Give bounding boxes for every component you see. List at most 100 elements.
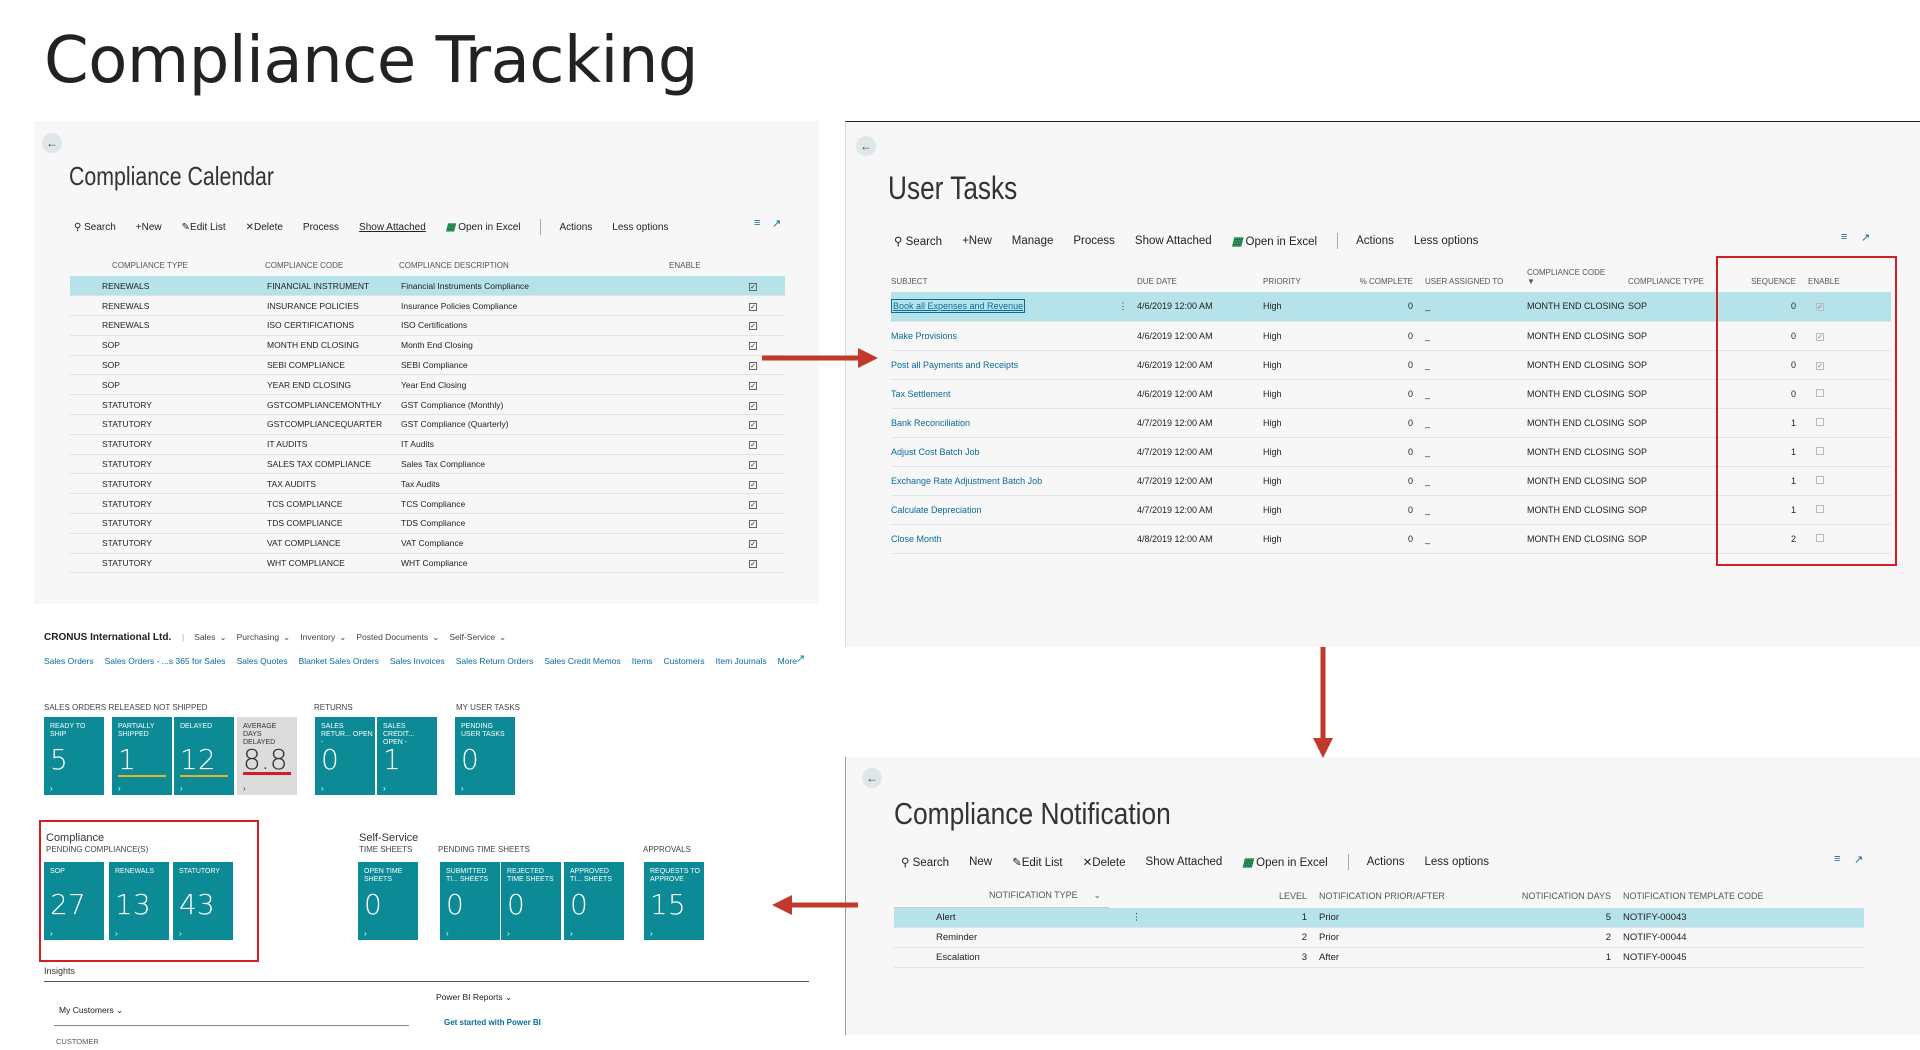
col-compliance-type[interactable]: COMPLIANCE TYPE: [1628, 268, 1708, 292]
checkbox-checked[interactable]: ✓: [749, 302, 757, 311]
kpi-tile[interactable]: SALES RETUR... OPEN -0 ›: [315, 717, 375, 795]
table-row[interactable]: STATUTORY TCS COMPLIANCE TCS Compliance ✓: [70, 493, 785, 515]
cell-enable[interactable]: ✓: [669, 493, 785, 515]
col-compliance-code[interactable]: COMPLIANCE CODE ▼: [1527, 268, 1628, 292]
kpi-tile[interactable]: PARTIALLY SHIPPED 1 ›: [112, 717, 172, 795]
cell-subject[interactable]: Tax Settlement: [891, 379, 1109, 409]
search-button[interactable]: ⚲ Search: [894, 234, 942, 248]
less-options-button[interactable]: Less options: [1424, 856, 1489, 868]
top-menu-item[interactable]: Inventory: [300, 632, 335, 642]
collapse-icon[interactable]: ↗: [772, 217, 781, 230]
cell-subject[interactable]: Calculate Depreciation: [891, 495, 1109, 525]
cell-enable[interactable]: ✓: [669, 473, 785, 495]
cell-subject[interactable]: Bank Reconciliation: [891, 408, 1109, 438]
table-row[interactable]: RENEWALS ISO CERTIFICATIONS ISO Certificat…: [70, 315, 785, 336]
cell-enable[interactable]: ✓: [669, 553, 785, 574]
table-row[interactable]: RENEWALS FINANCIAL INSTRUMENT Financial In…: [70, 276, 785, 297]
checkbox-checked[interactable]: ✓: [749, 441, 757, 450]
checkbox-checked[interactable]: ✓: [749, 461, 757, 470]
top-menu-item[interactable]: Posted Documents: [356, 632, 428, 642]
cell-compliance-type[interactable]: STATUTORY: [70, 533, 265, 554]
checkbox-checked[interactable]: ✓: [749, 401, 757, 410]
checkbox-checked[interactable]: ✓: [749, 421, 757, 430]
table-row[interactable]: STATUTORY TDS COMPLIANCE TDS Compliance ✓: [70, 513, 785, 534]
cell-enable[interactable]: ✓: [669, 454, 785, 475]
cell-compliance-type[interactable]: RENEWALS: [70, 295, 265, 317]
col-percent-complete[interactable]: % COMPLETE: [1355, 268, 1425, 292]
cell-enable[interactable]: ✓: [669, 513, 785, 534]
nav-link[interactable]: Sales Orders - ...s 365 for Sales: [105, 656, 226, 666]
show-attached-button[interactable]: Show Attached: [1135, 235, 1212, 247]
cell-subject[interactable]: Exchange Rate Adjustment Batch Job: [891, 466, 1109, 496]
checkbox-checked[interactable]: ✓: [749, 381, 757, 390]
table-row[interactable]: SOP YEAR END CLOSING Year End Closing ✓: [70, 374, 785, 396]
col-compliance-code[interactable]: COMPLIANCE CODE: [265, 261, 399, 276]
checkbox-checked[interactable]: ✓: [749, 282, 757, 291]
kpi-tile[interactable]: PENDING USER TASKS 0 ›: [455, 717, 515, 795]
row-actions-icon[interactable]: [1109, 350, 1137, 380]
back-arrow-icon[interactable]: ←: [862, 768, 882, 788]
nav-link[interactable]: Items: [632, 656, 653, 666]
cell-compliance-type[interactable]: STATUTORY: [70, 493, 265, 515]
cell-enable[interactable]: ✓: [669, 414, 785, 435]
less-options-button[interactable]: Less options: [1414, 235, 1479, 247]
self-service-tile[interactable]: REQUESTS TO APPROVE 15 ›: [644, 862, 704, 940]
task-subject-link[interactable]: Make Provisions: [891, 331, 957, 341]
cell-compliance-type[interactable]: STATUTORY: [70, 454, 265, 475]
col-priority[interactable]: PRIORITY: [1263, 268, 1355, 292]
checkbox-checked[interactable]: ✓: [749, 480, 757, 489]
top-menu-item[interactable]: Self-Service: [449, 632, 495, 642]
new-button[interactable]: +New: [962, 235, 992, 247]
col-notification-days[interactable]: NOTIFICATION DAYS: [1519, 890, 1623, 908]
row-actions-icon[interactable]: [1109, 495, 1137, 525]
table-row[interactable]: STATUTORY VAT COMPLIANCE VAT Compliance ✓: [70, 533, 785, 554]
task-subject-link[interactable]: Calculate Depreciation: [891, 505, 982, 515]
col-compliance-description[interactable]: COMPLIANCE DESCRIPTION: [399, 261, 669, 276]
checkbox-checked[interactable]: ✓: [749, 322, 757, 331]
cell-compliance-type[interactable]: SOP: [70, 335, 265, 356]
cell-subject[interactable]: Book all Expenses and Revenue: [891, 292, 1109, 322]
table-row[interactable]: STATUTORY TAX AUDITS Tax Audits ✓: [70, 473, 785, 495]
col-compliance-type[interactable]: COMPLIANCE TYPE: [70, 261, 265, 276]
show-attached-button[interactable]: Show Attached: [359, 222, 426, 233]
list-view-icon[interactable]: ≡: [1841, 231, 1847, 243]
row-actions-icon[interactable]: [1109, 379, 1137, 409]
task-subject-link[interactable]: Exchange Rate Adjustment Batch Job: [891, 476, 1042, 486]
row-actions-icon[interactable]: [1109, 947, 1164, 968]
kpi-tile[interactable]: READY TO SHIP 5 ›: [44, 717, 104, 795]
col-level[interactable]: LEVEL: [1164, 890, 1319, 908]
task-subject-link[interactable]: Tax Settlement: [891, 389, 951, 399]
compliance-tile[interactable]: SOP 27 ›: [44, 862, 104, 940]
compliance-tile[interactable]: RENEWALS 13 ›: [109, 862, 169, 940]
nav-link[interactable]: More: [778, 656, 797, 666]
open-in-excel-button[interactable]: ▦ Open in Excel: [1242, 855, 1327, 869]
checkbox-checked[interactable]: ✓: [749, 500, 757, 509]
col-user-assigned[interactable]: USER ASSIGNED TO: [1425, 268, 1527, 292]
checkbox-checked[interactable]: ✓: [749, 540, 757, 549]
cell-enable[interactable]: ✓: [669, 374, 785, 396]
self-service-tile[interactable]: REJECTED TIME SHEETS 0 ›: [501, 862, 561, 940]
nav-link[interactable]: Sales Return Orders: [456, 656, 533, 666]
list-view-icon[interactable]: ≡: [754, 217, 760, 229]
edit-list-button[interactable]: ✎Edit List: [182, 222, 226, 233]
collapse-icon[interactable]: ↗: [1854, 853, 1863, 866]
task-subject-link[interactable]: Close Month: [891, 534, 942, 544]
powerbi-dropdown[interactable]: Power BI Reports ⌄: [436, 992, 512, 1003]
nav-link[interactable]: Sales Orders: [44, 656, 94, 666]
row-actions-icon[interactable]: [1109, 437, 1137, 467]
collapse-icon[interactable]: ↗: [1861, 231, 1870, 244]
cell-compliance-type[interactable]: STATUTORY: [70, 513, 265, 534]
table-row[interactable]: STATUTORY IT AUDITS IT Audits ✓: [70, 434, 785, 455]
col-subject[interactable]: SUBJECT: [891, 268, 1109, 292]
cell-compliance-type[interactable]: SOP: [70, 374, 265, 396]
cell-enable[interactable]: ✓: [669, 434, 785, 455]
checkbox-checked[interactable]: ✓: [749, 520, 757, 529]
cell-compliance-type[interactable]: STATUTORY: [70, 473, 265, 495]
cell-notification-type[interactable]: Escalation: [894, 947, 1109, 968]
actions-menu[interactable]: Actions: [1356, 235, 1394, 247]
list-view-icon[interactable]: ≡: [1834, 853, 1840, 865]
edit-list-button[interactable]: ✎Edit List: [1012, 855, 1063, 869]
new-button[interactable]: New: [969, 856, 992, 868]
delete-button[interactable]: ✕Delete: [1083, 855, 1126, 869]
actions-menu[interactable]: Actions: [559, 222, 592, 233]
